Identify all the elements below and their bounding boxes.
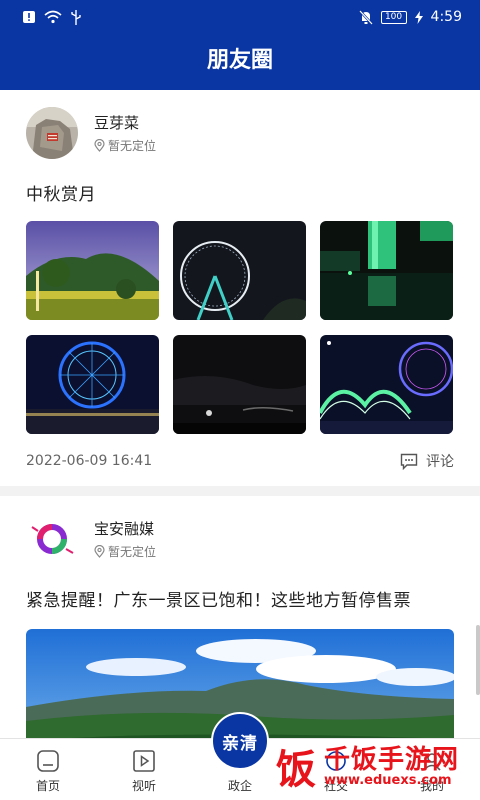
photo-ferris-wheel-blue-lights[interactable] <box>26 335 159 434</box>
avatar[interactable] <box>26 107 78 159</box>
charging-icon <box>414 10 423 24</box>
play-icon <box>133 750 155 772</box>
watermark-title: 千饭手游网 <box>324 744 460 775</box>
location-text: 暂无定位 <box>108 545 157 559</box>
usb-icon <box>71 9 81 25</box>
author-location: 暂无定位 <box>94 543 156 560</box>
photo-ferris-wheel-night[interactable] <box>173 221 306 320</box>
location-pin-icon <box>94 545 105 558</box>
location-text: 暂无定位 <box>108 139 157 153</box>
watermark-logo: 饭 <box>271 743 321 793</box>
comment-icon <box>400 453 418 470</box>
nav-item-home[interactable]: 首页 <box>0 739 96 800</box>
nav-label: 视听 <box>131 779 156 793</box>
author-name[interactable]: 宝安融媒 <box>94 518 156 539</box>
status-bar: 100 4:59 <box>0 0 480 34</box>
nav-item-media[interactable]: 视听 <box>96 739 192 800</box>
post-author[interactable]: 宝安融媒 暂无定位 <box>26 512 454 566</box>
photo-park-lawn-night[interactable] <box>26 221 159 320</box>
comment-label: 评论 <box>426 454 454 470</box>
wifi-icon <box>44 10 62 24</box>
nav-label: 首页 <box>35 779 60 793</box>
battery-indicator: 100 <box>380 10 407 24</box>
comment-button[interactable]: 评论 <box>400 451 454 471</box>
nav-label: 政企 <box>227 779 252 793</box>
photo-dark-sky-moon[interactable] <box>173 335 306 434</box>
home-icon <box>37 750 59 772</box>
photo-green-lit-skyscraper[interactable] <box>320 221 453 320</box>
avatar[interactable] <box>26 513 78 565</box>
page-title: 朋友圈 <box>206 48 273 73</box>
mute-icon <box>358 9 373 25</box>
author-name[interactable]: 豆芽菜 <box>94 112 156 133</box>
post-author[interactable]: 豆芽菜 暂无定位 <box>26 106 454 160</box>
photo-ferris-wheel-arch-bridge[interactable] <box>320 335 453 434</box>
watermark-url: www.eduexs.com <box>324 772 452 788</box>
post-card[interactable]: 豆芽菜 暂无定位 中秋赏月 2022-06-09 16:41 评论 <box>0 90 480 486</box>
svg-text:饭: 饭 <box>276 747 316 793</box>
post-text: 中秋赏月 <box>26 185 96 205</box>
moments-feed[interactable]: 豆芽菜 暂无定位 中秋赏月 2022-06-09 16:41 评论 宝安融媒 暂… <box>0 90 480 738</box>
author-location: 暂无定位 <box>94 137 156 154</box>
scrollbar[interactable] <box>476 625 480 695</box>
location-pin-icon <box>94 139 105 152</box>
alert-icon <box>23 11 35 23</box>
watermark: 饭 千饭手游网 www.eduexs.com <box>268 734 480 800</box>
clock: 4:59 <box>430 9 462 25</box>
post-card[interactable]: 宝安融媒 暂无定位 紧急提醒！广东一景区已饱和！这些地方暂停售票 <box>0 496 480 738</box>
post-meta: 2022-06-09 16:41 评论 <box>26 450 454 472</box>
app-screen: 100 4:59 朋友圈 豆芽菜 暂无定位 中秋赏月 2022-06-09 16… <box>0 0 480 800</box>
post-text[interactable]: 紧急提醒！广东一景区已饱和！这些地方暂停售票 <box>26 586 454 611</box>
post-time: 2022-06-09 16:41 <box>26 453 153 469</box>
app-header: 100 4:59 朋友圈 <box>0 0 480 90</box>
image-grid <box>26 221 454 434</box>
center-badge-button[interactable]: 亲清 <box>211 712 269 770</box>
